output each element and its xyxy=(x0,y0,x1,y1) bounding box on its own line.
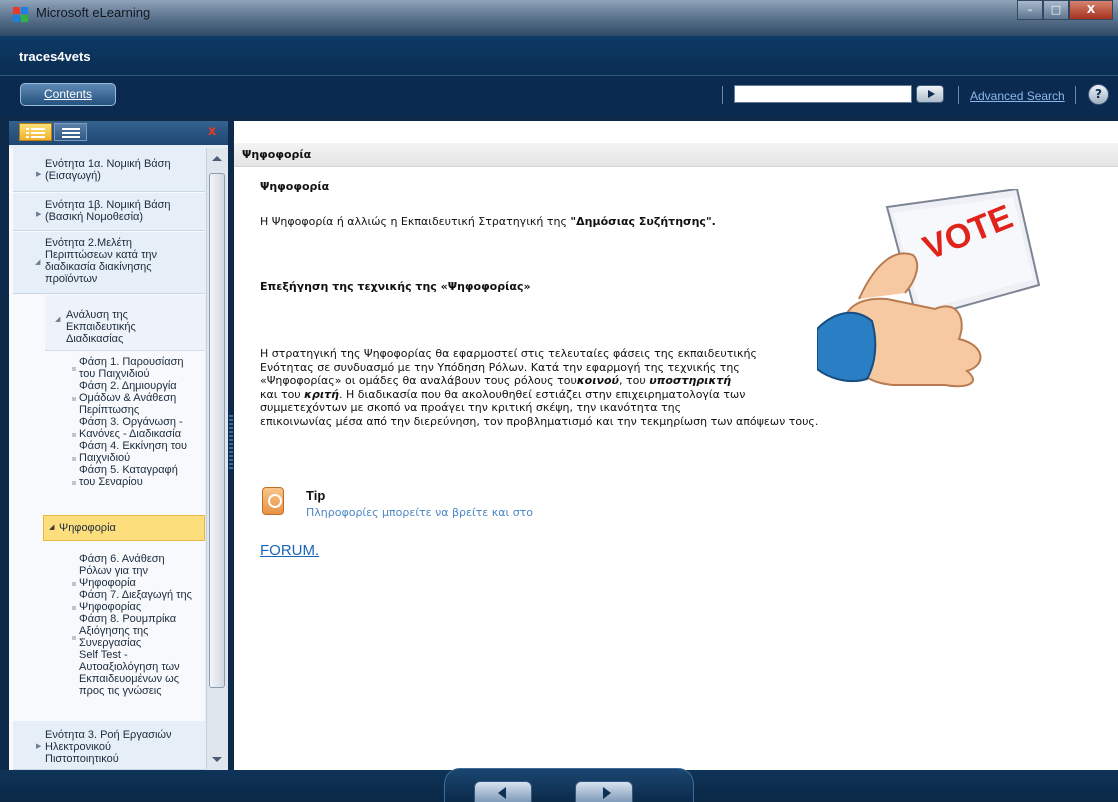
tree-item-label: Φάση 5. Καταγραφή xyxy=(79,464,178,476)
intro-text: Η Ψηφοφορία ή αλλιώς η Εκπαιδευτική Στρα… xyxy=(260,215,716,228)
tree-item-label: Self Test - xyxy=(79,649,128,661)
tree-item-label: Ανάλυση της xyxy=(66,309,128,321)
tree-item-label: Εκπαιδευτικής xyxy=(66,321,136,333)
tip-lightbulb-icon xyxy=(262,487,284,515)
tree-item-phase-5[interactable]: Φάση 5. Καταγραφή του Σεναρίου xyxy=(79,464,205,488)
contents-tree: ▶ Ενότητα 1α. Νομική Βάση (Εισαγωγή) ▶ Ε… xyxy=(9,148,205,770)
tree-item-label: (Εισαγωγή) xyxy=(45,170,101,182)
contents-sidebar: x ▶ Ενότητα 1α. Νομική Βάση (Εισαγωγή) ▶… xyxy=(9,121,228,770)
tree-item-label: Αξιόγησης της xyxy=(79,625,149,637)
tree-item-label: διαδικασία διακίνησης xyxy=(45,261,152,273)
tree-item-label: Φάση 4. Εκκίνηση του xyxy=(79,440,188,452)
tree-item-label: Ρόλων για την xyxy=(79,565,149,577)
tree-item-voting-selected[interactable]: ◢ Ψηφοφορία xyxy=(43,515,205,541)
search-input[interactable] xyxy=(734,85,912,103)
tree-item-label: του Σεναρίου xyxy=(79,476,143,488)
tree-item-label: προϊόντων xyxy=(45,273,98,285)
tree-item-phase-8[interactable]: Φάση 8. Ρουμπρίκα Αξιόγησης της Συνεργασ… xyxy=(79,613,205,649)
scroll-up-arrow-icon[interactable] xyxy=(212,156,222,161)
tree-item-label: Φάση 3. Οργάνωση - xyxy=(79,416,183,428)
tree-item-label: Ψηφοφορίας xyxy=(79,601,142,613)
tree-item-label: του Παιχνιδιού xyxy=(79,368,150,380)
tree-item-label: Ενότητα 1α. Νομική Βάση xyxy=(45,158,171,170)
scroll-down-arrow-icon[interactable] xyxy=(212,757,222,762)
tree-item-label: Διαδικασίας xyxy=(66,333,124,345)
tree-item-label: Κανόνες - Διαδικασία xyxy=(79,428,182,440)
maximize-button[interactable]: □ xyxy=(1043,0,1069,20)
tree-item-label: Φάση 1. Παρουσίαση xyxy=(79,356,184,368)
contents-button[interactable]: Contents xyxy=(20,83,116,106)
app-logo-icon xyxy=(13,7,29,23)
list-view-tab[interactable] xyxy=(19,123,52,141)
intro-emphasis: "Δημόσιας Συζήτησης". xyxy=(570,215,716,228)
toolbar-divider xyxy=(958,86,959,104)
sidebar-tabs: x xyxy=(9,121,228,145)
toolbar-divider xyxy=(722,86,723,104)
vote-illustration: VOTE xyxy=(817,189,1041,388)
tree-item-label: Πιστοποιητικού xyxy=(45,753,119,765)
tree-item-label: Ενότητα 3. Ροή Εργασιών xyxy=(45,729,172,741)
tree-item-phase-4[interactable]: Φάση 4. Εκκίνηση του Παιχνιδιού xyxy=(79,440,205,464)
tree-item-label: Φάση 7. Διεξαγωγή της xyxy=(79,589,192,601)
tree-item-analysis[interactable]: ◢ Ανάλυση της Εκπαιδευτικής Διαδικασίας xyxy=(45,295,205,351)
tree-item-label: Ομάδων & Ανάθεση xyxy=(79,392,177,404)
tree-item-unit-3[interactable]: ▶ Ενότητα 3. Ροή Εργασιών Ηλεκτρονικού Π… xyxy=(13,721,205,770)
toolbar: Contents Advanced Search ? xyxy=(0,77,1118,115)
tree-item-label: Ψηφοφορία xyxy=(79,577,136,589)
tree-item-label: Αυτοαξιολόγηση των xyxy=(79,661,180,673)
sidebar-scrollbar[interactable] xyxy=(206,148,228,770)
previous-page-button[interactable] xyxy=(474,781,532,802)
tree-item-phase-7[interactable]: Φάση 7. Διεξαγωγή της Ψηφοφορίας xyxy=(79,589,205,613)
tree-item-label: Ενότητα 2.Μελέτη xyxy=(45,237,132,249)
close-sidebar-icon[interactable]: x xyxy=(208,124,222,139)
tip-text: Πληροφορίες μπορείτε να βρείτε και στο xyxy=(306,506,534,519)
tree-item-unit-1a[interactable]: ▶ Ενότητα 1α. Νομική Βάση (Εισαγωγή) xyxy=(13,148,205,192)
tip-title: Tip xyxy=(306,488,326,503)
content-pane: Ψηφοφορία Ψηφοφορία Η Ψηφοφορία ή αλλιώς… xyxy=(234,121,1118,770)
tree-item-label: Παιχνιδιού xyxy=(79,452,131,464)
tree-item-label: Συνεργασίας xyxy=(79,637,142,649)
tree-item-label: Ενότητα 1β. Νομική Βάση xyxy=(45,199,171,211)
toolbar-divider xyxy=(1075,86,1076,104)
advanced-search-link[interactable]: Advanced Search xyxy=(970,89,1065,103)
content-header: Ψηφοφορία xyxy=(234,143,1118,167)
title-bar: Microsoft eLearning – □ X xyxy=(0,0,1118,36)
course-title: traces4vets xyxy=(19,49,91,64)
tree-item-label: Περίπτωσης xyxy=(79,404,140,416)
tree-item-phase-2[interactable]: Φάση 2. Δημιουργία Ομάδων & Ανάθεση Περί… xyxy=(79,380,205,416)
tree-item-unit-2[interactable]: ◢ Ενότητα 2.Μελέτη Περιπτώσεων κατά την … xyxy=(13,232,205,294)
page-title: Ψηφοφορία xyxy=(260,180,330,193)
help-button[interactable]: ? xyxy=(1088,84,1109,105)
tree-item-label: Ψηφοφορία xyxy=(59,522,116,534)
search-go-button[interactable] xyxy=(916,85,944,103)
tree-item-label: (Βασική Νομοθεσία) xyxy=(45,211,144,223)
tree-item-phase-1[interactable]: Φάση 1. Παρουσίαση του Παιχνιδιού xyxy=(79,356,205,380)
window-controls: – □ X xyxy=(1017,0,1113,22)
content-header-title: Ψηφοφορία xyxy=(242,148,312,161)
grid-view-tab[interactable] xyxy=(54,123,87,141)
scroll-thumb[interactable] xyxy=(209,173,225,688)
course-header: traces4vets xyxy=(0,36,1118,76)
close-window-button[interactable]: X xyxy=(1069,0,1113,20)
tree-item-label: Ηλεκτρονικού xyxy=(45,741,112,753)
tree-item-self-test[interactable]: Self Test - Αυτοαξιολόγηση των Εκπαιδευο… xyxy=(79,649,205,697)
tree-item-unit-1b[interactable]: ▶ Ενότητα 1β. Νομική Βάση (Βασική Νομοθε… xyxy=(13,193,205,231)
next-page-button[interactable] xyxy=(575,781,633,802)
tree-item-label: Φάση 8. Ρουμπρίκα xyxy=(79,613,177,625)
minimize-button[interactable]: – xyxy=(1017,0,1043,20)
tree-item-label: Περιπτώσεων κατά την xyxy=(45,249,158,261)
tree-item-phase-6[interactable]: Φάση 6. Ανάθεση Ρόλων για την Ψηφοφορία xyxy=(79,553,205,589)
section-subtitle: Επεξήγηση της τεχνικής της «Ψηφοφορίας» xyxy=(260,280,531,293)
tree-item-label: Φάση 2. Δημιουργία xyxy=(79,380,177,392)
forum-link[interactable]: FORUM. xyxy=(260,542,319,559)
tree-item-label: προς τις γνώσεις xyxy=(79,685,162,697)
tree-item-label: Φάση 6. Ανάθεση xyxy=(79,553,165,565)
bottom-nav-bar xyxy=(0,768,1118,802)
tree-item-label: Εκπαιδευομένων ως xyxy=(79,673,180,685)
tree-item-phase-3[interactable]: Φάση 3. Οργάνωση - Κανόνες - Διαδικασία xyxy=(79,416,205,440)
window-title: Microsoft eLearning xyxy=(36,5,151,20)
